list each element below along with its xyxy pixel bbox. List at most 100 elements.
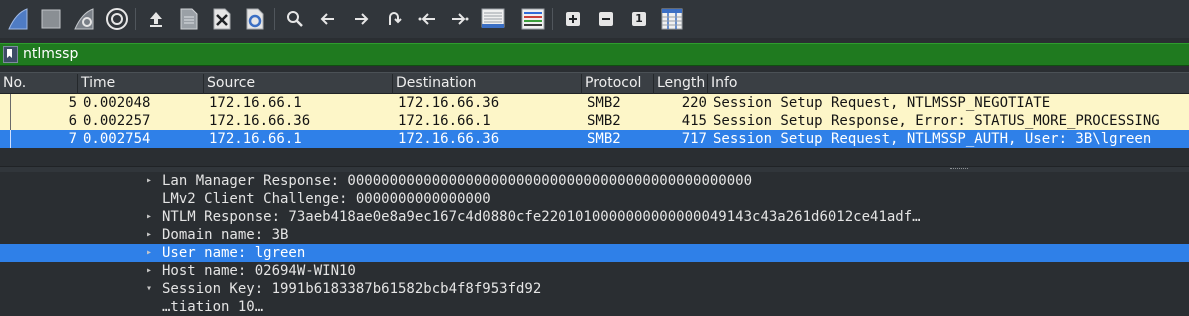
stop-square-icon bbox=[41, 9, 61, 29]
toolbar-separator bbox=[552, 8, 553, 30]
column-header-length[interactable]: Length bbox=[654, 74, 708, 94]
packet-list-header: No. Time Source Destination Protocol Len… bbox=[0, 72, 1189, 94]
packet-info: Session Setup Request, NTLMSSP_AUTH, Use… bbox=[713, 131, 1152, 147]
go-forward-button[interactable] bbox=[348, 6, 374, 32]
expand-arrow-icon[interactable]: ▸ bbox=[146, 172, 156, 190]
packet-length: 415 bbox=[681, 113, 707, 129]
reload-file-button[interactable] bbox=[242, 6, 268, 32]
column-header-protocol[interactable]: Protocol bbox=[582, 74, 654, 94]
capture-options-button[interactable] bbox=[104, 6, 130, 32]
expand-arrow-icon[interactable]: ▸ bbox=[146, 244, 156, 262]
detail-tree-item[interactable]: ▾ Session Key: 1991b6183387b61582bcb4f8f… bbox=[0, 280, 1189, 298]
shark-fin-restart-icon bbox=[74, 8, 94, 30]
detail-tree-item[interactable]: …tiation 10… bbox=[0, 298, 1189, 316]
main-toolbar: 1 bbox=[0, 0, 1189, 38]
detail-tree-item[interactable]: LMv2 Client Challenge: 0000000000000000 bbox=[0, 190, 1189, 208]
open-file-button[interactable] bbox=[143, 6, 169, 32]
packet-row[interactable]: 5 0.002048 172.16.66.1 172.16.66.36 SMB2… bbox=[0, 94, 1189, 112]
packet-destination: 172.16.66.36 bbox=[398, 95, 500, 111]
go-to-packet-button[interactable] bbox=[381, 6, 407, 32]
detail-text: LMv2 Client Challenge: 0000000000000000 bbox=[162, 191, 491, 207]
collapse-arrow-icon[interactable]: ▾ bbox=[146, 280, 156, 298]
shark-fin-start-icon bbox=[8, 8, 28, 30]
packet-time: 0.002257 bbox=[83, 113, 151, 129]
detail-tree-item[interactable]: ▸ Domain name: 3B bbox=[0, 226, 1189, 244]
detail-text: Host name: 02694W-WIN10 bbox=[162, 263, 356, 279]
first-packet-icon bbox=[418, 13, 435, 25]
start-capture-button[interactable] bbox=[5, 6, 31, 32]
column-header-source[interactable]: Source bbox=[204, 74, 393, 94]
resize-columns-icon bbox=[661, 8, 683, 30]
back-arrow-icon bbox=[320, 13, 334, 25]
normal-size-icon: 1 bbox=[632, 12, 646, 26]
detail-tree-item[interactable]: ▸ Lan Manager Response: 0000000000000000… bbox=[0, 172, 1189, 190]
resize-columns-button[interactable] bbox=[659, 6, 685, 32]
normal-size-label: 1 bbox=[635, 12, 643, 25]
detail-tree-item[interactable]: ▸ NTLM Response: 73aeb418ae0e8a9ec167c4d… bbox=[0, 208, 1189, 226]
detail-text: Session Key: 1991b6183387b61582bcb4f8f95… bbox=[162, 281, 542, 297]
expand-arrow-icon[interactable]: ▸ bbox=[146, 226, 156, 244]
expand-arrow-icon[interactable]: ▸ bbox=[146, 208, 156, 226]
normal-size-button[interactable]: 1 bbox=[626, 6, 652, 32]
packet-time: 0.002754 bbox=[83, 131, 151, 147]
capture-options-gear-icon bbox=[106, 8, 128, 30]
packet-source: 172.16.66.1 bbox=[209, 95, 302, 111]
column-header-destination[interactable]: Destination bbox=[393, 74, 582, 94]
packet-no: 5 bbox=[68, 95, 77, 111]
find-packet-button[interactable] bbox=[282, 6, 308, 32]
go-to-packet-icon bbox=[389, 12, 402, 25]
restart-capture-button[interactable] bbox=[71, 6, 97, 32]
go-back-button[interactable] bbox=[315, 6, 341, 32]
packet-protocol: SMB2 bbox=[587, 95, 621, 111]
autoscroll-button[interactable] bbox=[480, 6, 506, 32]
packet-list-empty-area bbox=[0, 148, 1189, 166]
related-packet-marker bbox=[10, 94, 11, 112]
related-packet-marker bbox=[10, 112, 11, 130]
toolbar-separator bbox=[274, 8, 275, 30]
zoom-out-button[interactable] bbox=[593, 6, 619, 32]
close-file-icon bbox=[213, 8, 231, 30]
detail-tree-item-selected[interactable]: ▸ User name: lgreen bbox=[0, 244, 1189, 262]
detail-text: NTLM Response: 73aeb418ae0e8a9ec167c4d08… bbox=[162, 209, 921, 225]
packet-destination: 172.16.66.1 bbox=[398, 113, 491, 129]
colorize-button[interactable] bbox=[520, 6, 546, 32]
display-filter-input[interactable]: ntlmssp bbox=[23, 46, 78, 62]
packet-details-pane: ▸ Lan Manager Response: 0000000000000000… bbox=[0, 172, 1189, 315]
save-file-button[interactable] bbox=[176, 6, 202, 32]
column-header-info[interactable]: Info bbox=[708, 74, 1189, 94]
column-header-time[interactable]: Time bbox=[78, 74, 204, 94]
file-icon bbox=[180, 8, 198, 30]
first-packet-button[interactable] bbox=[414, 6, 440, 32]
close-file-button[interactable] bbox=[209, 6, 235, 32]
last-packet-button[interactable] bbox=[447, 6, 473, 32]
packet-no: 6 bbox=[68, 113, 77, 129]
toolbar-separator bbox=[135, 8, 136, 30]
packet-row-selected[interactable]: 7 0.002754 172.16.66.1 172.16.66.36 SMB2… bbox=[0, 130, 1189, 148]
column-header-no[interactable]: No. bbox=[0, 74, 78, 94]
expand-arrow-icon[interactable]: ▸ bbox=[146, 262, 156, 280]
detail-text: Domain name: 3B bbox=[162, 227, 289, 243]
packet-no: 7 bbox=[68, 131, 77, 147]
detail-tree-item[interactable]: ▸ Host name: 02694W-WIN10 bbox=[0, 262, 1189, 280]
filter-bookmark-icon[interactable] bbox=[3, 46, 18, 63]
packet-destination: 172.16.66.36 bbox=[398, 131, 500, 147]
last-packet-icon bbox=[452, 13, 469, 25]
stop-capture-button[interactable] bbox=[38, 6, 64, 32]
detail-text: Lan Manager Response: 000000000000000000… bbox=[162, 173, 753, 189]
splitter-grip bbox=[950, 168, 968, 171]
zoom-in-button[interactable] bbox=[560, 6, 586, 32]
packet-row[interactable]: 6 0.002257 172.16.66.36 172.16.66.1 SMB2… bbox=[0, 112, 1189, 130]
packet-length: 220 bbox=[681, 95, 707, 111]
packet-protocol: SMB2 bbox=[587, 131, 621, 147]
packet-info: Session Setup Response, Error: STATUS_MO… bbox=[713, 113, 1160, 129]
packet-length: 717 bbox=[681, 131, 707, 147]
open-file-icon bbox=[150, 12, 162, 27]
packet-protocol: SMB2 bbox=[587, 113, 621, 129]
packet-info: Session Setup Request, NTLMSSP_NEGOTIATE bbox=[713, 95, 1051, 111]
display-filter-bar: ntlmssp bbox=[0, 43, 1189, 66]
detail-text: User name: lgreen bbox=[162, 245, 306, 261]
forward-arrow-icon bbox=[355, 13, 369, 25]
packet-source: 172.16.66.1 bbox=[209, 131, 302, 147]
reload-file-icon bbox=[246, 8, 264, 30]
colorize-icon bbox=[521, 8, 545, 30]
